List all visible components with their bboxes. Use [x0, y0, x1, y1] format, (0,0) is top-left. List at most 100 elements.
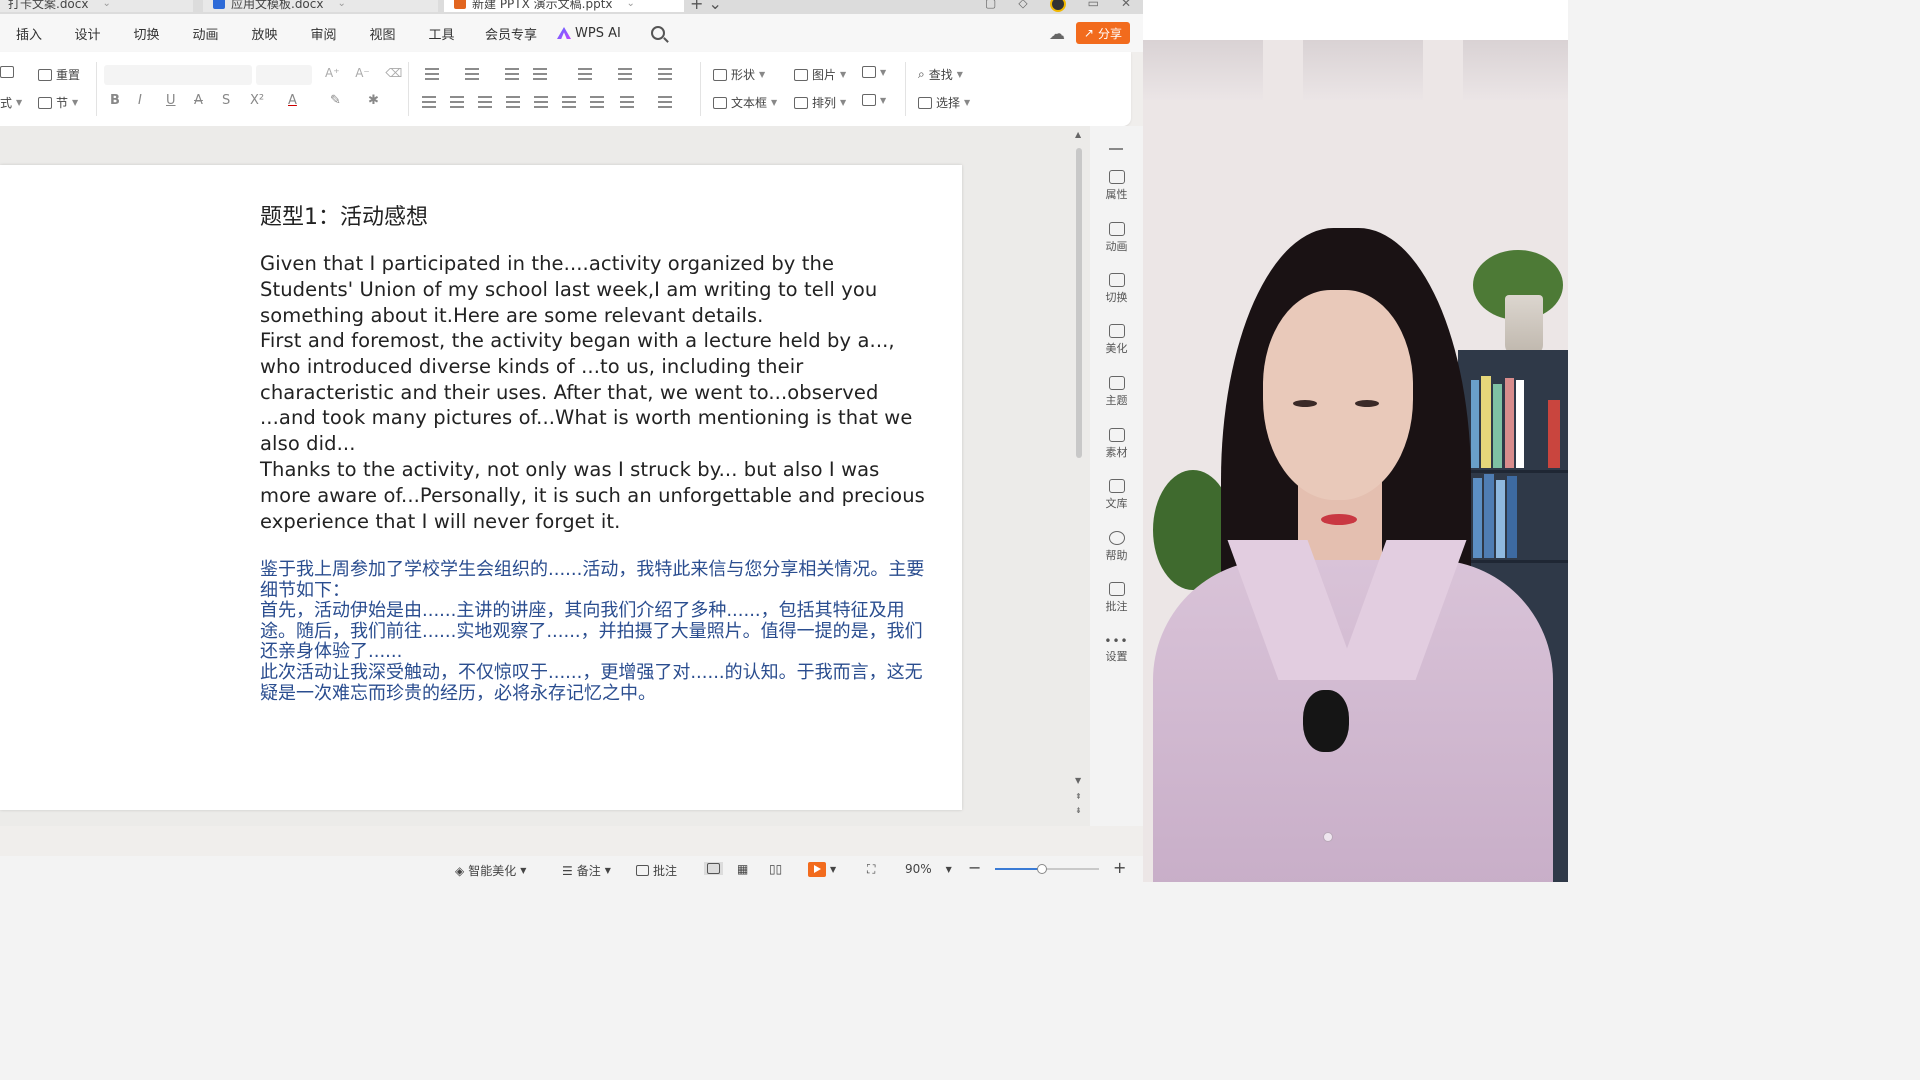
english-paragraph-3[interactable]: Thanks to the activity, not only was I s…	[260, 457, 930, 534]
zoom-in-button[interactable]: +	[1113, 858, 1126, 877]
comments-button[interactable]: 批注	[636, 862, 677, 879]
cloud-upload-icon[interactable]: ☁	[1049, 24, 1065, 43]
side-theme[interactable]: 主题	[1090, 376, 1143, 408]
side-animation[interactable]: 动画	[1090, 222, 1143, 254]
wps-ai-button[interactable]: WPS AI	[557, 26, 647, 41]
menu-insert[interactable]: 插入	[0, 24, 58, 43]
align-right-icon[interactable]	[478, 96, 492, 108]
avatar[interactable]	[1049, 0, 1066, 12]
english-paragraph-1[interactable]: Given that I participated in the....acti…	[260, 251, 930, 328]
search-icon[interactable]	[651, 26, 665, 40]
select-button[interactable]: 选择 ▼	[918, 94, 970, 111]
underline-button[interactable]: U	[166, 93, 176, 108]
menu-transition[interactable]: 切换	[117, 24, 176, 43]
decrease-indent-icon[interactable]	[505, 68, 519, 80]
menu-review[interactable]: 审阅	[294, 24, 353, 43]
scrollbar-thumb[interactable]	[1076, 148, 1082, 458]
reset-button[interactable]: 重置	[38, 66, 80, 83]
style-button[interactable]: 式 ▼	[0, 94, 22, 111]
columns-icon[interactable]	[620, 96, 634, 108]
zoom-select[interactable]: 90% ▼	[905, 862, 952, 876]
tab-pptx-active[interactable]: 新建 PPTX 演示文稿.pptx ⌄	[444, 0, 684, 12]
smart-beautify-button[interactable]: ◈ 智能美化 ▼	[455, 862, 526, 879]
bullet-list-icon[interactable]	[425, 68, 439, 80]
side-transition[interactable]: 切换	[1090, 273, 1143, 305]
superscript-button[interactable]: X²	[250, 93, 264, 108]
notes-button[interactable]: ☰ 备注 ▼	[562, 862, 611, 879]
text-align-box-icon[interactable]	[658, 96, 672, 108]
sort-icon[interactable]	[618, 68, 632, 80]
menu-slideshow[interactable]: 放映	[235, 24, 294, 43]
strikethrough-button[interactable]: A	[194, 93, 203, 108]
restore-icon[interactable]: ▢	[985, 0, 996, 12]
new-tab-icon[interactable]: + ⌄	[690, 0, 722, 13]
highlight-icon[interactable]: ✎	[330, 93, 341, 108]
numbered-list-icon[interactable]	[465, 68, 479, 80]
scroll-up-icon[interactable]: ▲	[1075, 130, 1081, 139]
side-library[interactable]: 文库	[1090, 479, 1143, 511]
grow-font-icon[interactable]: A⁺	[325, 66, 340, 80]
close-icon[interactable]: ✕	[1121, 0, 1131, 12]
vertical-scrollbar[interactable]: ▲ ▼ ⇞ ⇟	[1074, 130, 1084, 820]
fill-button[interactable]: ▼	[862, 66, 886, 78]
convert-icon[interactable]	[658, 68, 672, 80]
previous-page-icon[interactable]: ⇞	[1075, 792, 1082, 801]
slide-title[interactable]: 题型1：活动感想	[260, 199, 428, 231]
chevron-down-icon[interactable]: ▼	[830, 865, 836, 874]
font-adjust-buttons[interactable]: A⁺ A⁻ ⌫	[325, 66, 402, 80]
menu-animation[interactable]: 动画	[176, 24, 235, 43]
arrange-button[interactable]: 排列 ▼	[794, 94, 846, 111]
distribute-icon[interactable]	[534, 96, 548, 108]
font-size-select[interactable]	[256, 65, 312, 85]
justify-icon[interactable]	[506, 96, 520, 108]
share-button[interactable]: ↗ 分享	[1075, 22, 1130, 44]
chevron-down-icon[interactable]: ⌄	[102, 0, 110, 9]
line-spacing-icon[interactable]	[562, 96, 576, 108]
italic-button[interactable]: I	[138, 93, 142, 108]
zoom-out-button[interactable]: −	[968, 858, 981, 877]
text-direction-icon[interactable]	[578, 68, 592, 80]
outline-button[interactable]: ▼	[862, 94, 886, 106]
section-button[interactable]: 节 ▼	[38, 94, 78, 111]
font-family-select[interactable]	[104, 65, 252, 85]
sorter-view-button[interactable]: ▦	[737, 862, 748, 876]
normal-view-button[interactable]	[704, 862, 723, 875]
minimize-icon[interactable]: ▭	[1088, 0, 1099, 12]
picture-button[interactable]: 图片 ▼	[794, 66, 846, 83]
tab-docx-2[interactable]: 应用文模板.docx ⌄	[203, 0, 438, 12]
side-properties[interactable]: 属性	[1090, 170, 1143, 202]
play-button[interactable]: ▼	[808, 862, 836, 877]
zoom-slider[interactable]	[995, 864, 1099, 874]
menu-member[interactable]: 会员专享	[471, 24, 551, 43]
layout-button[interactable]	[0, 66, 14, 78]
english-paragraph-2[interactable]: First and foremost, the activity began w…	[260, 328, 930, 457]
textbox-button[interactable]: 文本框 ▼	[713, 94, 777, 111]
collapse-icon[interactable]	[1109, 148, 1123, 150]
paragraph-spacing-icon[interactable]	[590, 96, 604, 108]
chinese-paragraph-3[interactable]: 此次活动让我深受触动，不仅惊叹于......，更增强了对......的认知。于我…	[260, 662, 940, 704]
side-beautify[interactable]: 美化	[1090, 324, 1143, 356]
side-comments[interactable]: 批注	[1090, 582, 1143, 614]
align-left-icon[interactable]	[422, 96, 436, 108]
scroll-down-icon[interactable]: ▼	[1075, 776, 1081, 785]
shrink-font-icon[interactable]: A⁻	[355, 66, 370, 80]
close-icon[interactable]: ⌄	[627, 0, 635, 9]
font-color-button[interactable]: A	[288, 93, 297, 108]
align-center-icon[interactable]	[450, 96, 464, 108]
menu-design[interactable]: 设计	[58, 24, 117, 43]
reading-view-button[interactable]: ▯▯	[769, 862, 782, 876]
next-page-icon[interactable]: ⇟	[1075, 806, 1082, 815]
side-help[interactable]: 帮助	[1090, 531, 1143, 563]
find-button[interactable]: ⌕ 查找 ▼	[918, 66, 963, 83]
menu-tools[interactable]: 工具	[412, 24, 471, 43]
slide-page[interactable]: 题型1：活动感想 Given that I participated in th…	[0, 165, 962, 810]
eraser-icon[interactable]: ⌫	[385, 66, 402, 80]
shield-icon[interactable]: ◇	[1018, 0, 1027, 12]
chinese-paragraph-2[interactable]: 首先，活动伊始是由......主讲的讲座，其向我们介绍了多种......，包括其…	[260, 600, 940, 663]
fit-window-button[interactable]: ⛶	[867, 862, 875, 877]
zoom-slider-knob[interactable]	[1036, 864, 1047, 874]
shadow-button[interactable]: S	[222, 93, 230, 108]
chinese-paragraph-1[interactable]: 鉴于我上周参加了学校学生会组织的......活动，我特此来信与您分享相关情况。主…	[260, 559, 940, 601]
menu-view[interactable]: 视图	[353, 24, 412, 43]
shape-button[interactable]: 形状 ▼	[713, 66, 765, 83]
